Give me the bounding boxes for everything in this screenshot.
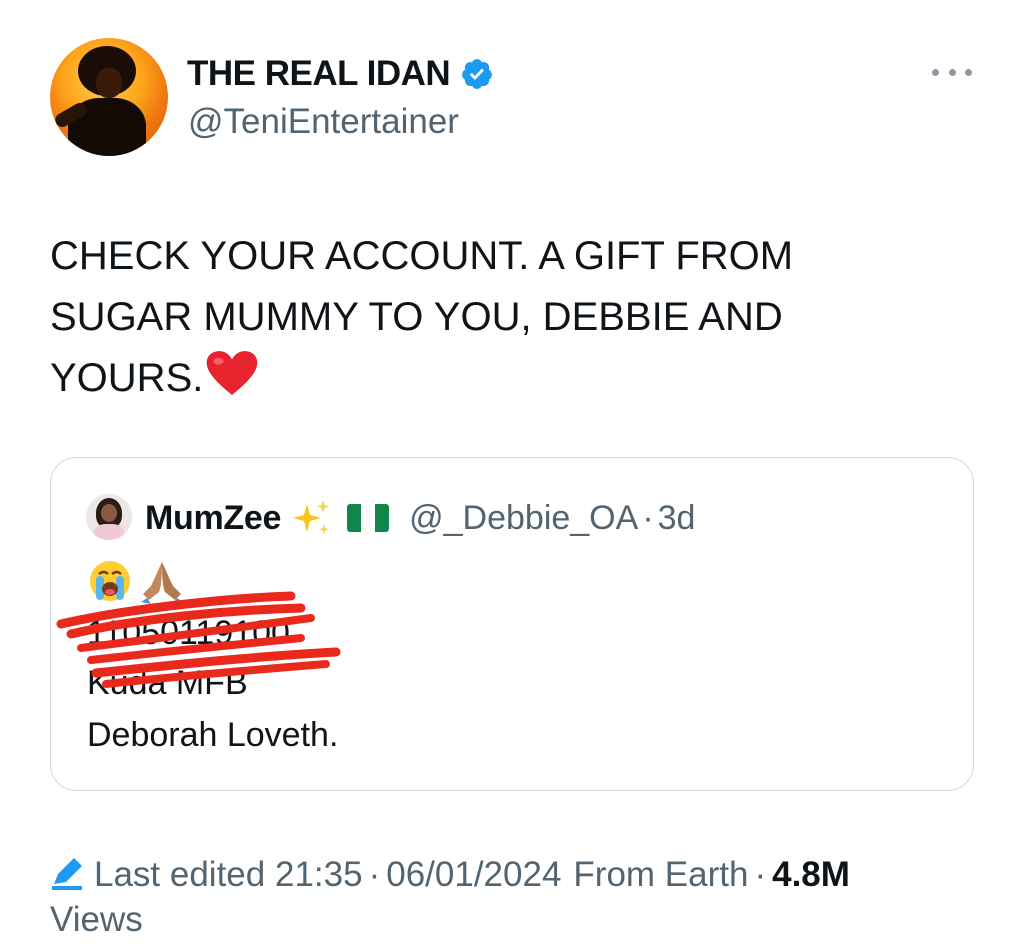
nigeria-flag-icon — [347, 504, 390, 532]
quoted-text-line: Deborah Loveth. — [87, 716, 339, 754]
author-name-row: THE REAL IDAN — [187, 54, 494, 94]
views-count[interactable]: 4.8M — [772, 855, 850, 894]
folded-hands-icon — [141, 562, 183, 604]
meta-separator: · — [754, 855, 767, 894]
meta-separator: · — [368, 855, 381, 894]
tweet-meta: Last edited 21:35 · 06/01/2024 From Earth · 4… — [50, 852, 950, 942]
edit-pencil-icon — [52, 858, 82, 890]
quoted-author-name[interactable]: MumZee — [145, 499, 281, 538]
author-display-name[interactable]: THE REAL IDAN — [187, 54, 451, 94]
views-label: Views — [50, 900, 143, 939]
quoted-tweet-card[interactable]: MumZee @_Debbie_OA · 3d 11050119100 Kuda… — [50, 457, 974, 791]
tweet-text: CHECK YOUR ACCOUNT. A GIFT FROM SUGAR MU… — [50, 226, 930, 409]
quoted-separator: · — [642, 498, 654, 537]
source-label: From Earth — [573, 855, 749, 894]
quoted-author-avatar[interactable] — [86, 494, 132, 540]
edit-date: 06/01/2024 — [386, 855, 562, 894]
red-heart-icon — [207, 351, 258, 395]
quoted-tweet-header: MumZee @_Debbie_OA · 3d — [145, 498, 695, 538]
tweet-text-line-text: YOURS. — [50, 356, 204, 400]
quoted-text-line: 11050119100 — [87, 614, 290, 652]
quoted-text-line: Kuda MFB — [87, 664, 248, 702]
tweet-text-line: SUGAR MUMMY TO YOU, DEBBIE AND — [50, 295, 783, 339]
edit-time: 21:35 — [274, 855, 363, 894]
more-options-icon[interactable] — [932, 62, 972, 82]
author-avatar[interactable] — [50, 38, 168, 156]
quoted-timestamp[interactable]: 3d — [658, 499, 696, 538]
tweet-detail: THE REAL IDAN @TeniEntertainer CHECK YOU… — [0, 0, 1024, 952]
sparkles-icon — [293, 500, 330, 534]
quoted-author-handle[interactable]: @_Debbie_OA — [409, 499, 638, 538]
edited-label[interactable]: Last edited — [94, 855, 265, 894]
tweet-text-line-last: YOURS. — [50, 348, 930, 409]
author-handle[interactable]: @TeniEntertainer — [188, 102, 459, 142]
tweet-text-line: CHECK YOUR ACCOUNT. A GIFT FROM — [50, 234, 794, 278]
loudly-crying-face-icon — [90, 561, 130, 601]
quoted-emoji-row — [87, 558, 187, 604]
verified-badge-icon — [462, 59, 493, 89]
